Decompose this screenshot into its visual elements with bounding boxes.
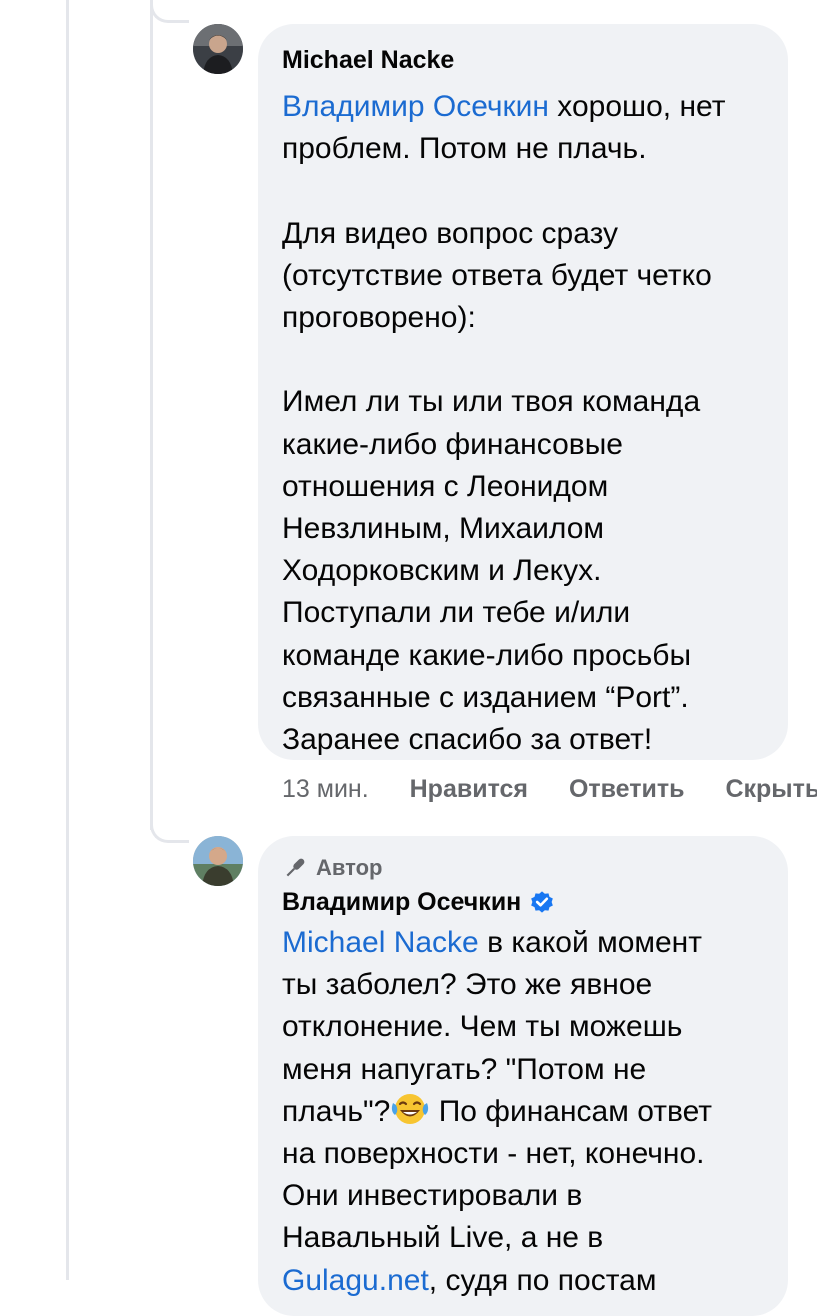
face-with-tears-of-joy-icon [392, 1093, 429, 1124]
mention-link[interactable]: Michael Nacke [282, 926, 479, 959]
comment-text: Владимир Осечкин хорошо, нет проблем. По… [282, 86, 764, 761]
thread-branch [150, 0, 189, 23]
thread-line-outer [66, 0, 69, 1280]
author-badge: Автор [282, 852, 764, 884]
comment-body: хорошо, нет проблем. Потом не плачь. Для… [282, 90, 726, 757]
avatar[interactable] [193, 836, 243, 886]
comment-bubble: Автор Владимир Осечкин Michael Nacke в к… [258, 836, 788, 1316]
avatar[interactable] [193, 24, 243, 74]
comment-author[interactable]: Владимир Осечкин [282, 886, 521, 918]
avatar-photo-icon [193, 836, 243, 886]
thread-line-inner [150, 0, 153, 830]
like-button[interactable]: Нравится [410, 770, 528, 808]
comment-actions: 13 мин. Нравится Ответить Скрыть [282, 770, 817, 808]
thread-branch [150, 815, 189, 843]
comment-body-tail: , судя по постам [428, 1263, 657, 1297]
mention-link[interactable]: Владимир Осечкин [282, 90, 549, 123]
avatar-photo-icon [193, 24, 243, 74]
verified-badge-icon [531, 891, 554, 913]
comment-timestamp[interactable]: 13 мин. [282, 770, 369, 808]
comment-text: Michael Nacke в какой момент ты заболел?… [282, 922, 764, 1302]
microphone-icon [286, 858, 305, 877]
author-name-row: Владимир Осечкин [282, 886, 764, 918]
comment-author[interactable]: Michael Nacke [282, 44, 764, 76]
author-badge-label: Автор [316, 855, 383, 880]
comment-bubble: Michael Nacke Владимир Осечкин хорошо, н… [258, 24, 788, 760]
hide-button[interactable]: Скрыть [725, 770, 817, 808]
mention-link[interactable]: Gulagu.net [282, 1264, 429, 1297]
reply-button[interactable]: Ответить [569, 770, 685, 808]
